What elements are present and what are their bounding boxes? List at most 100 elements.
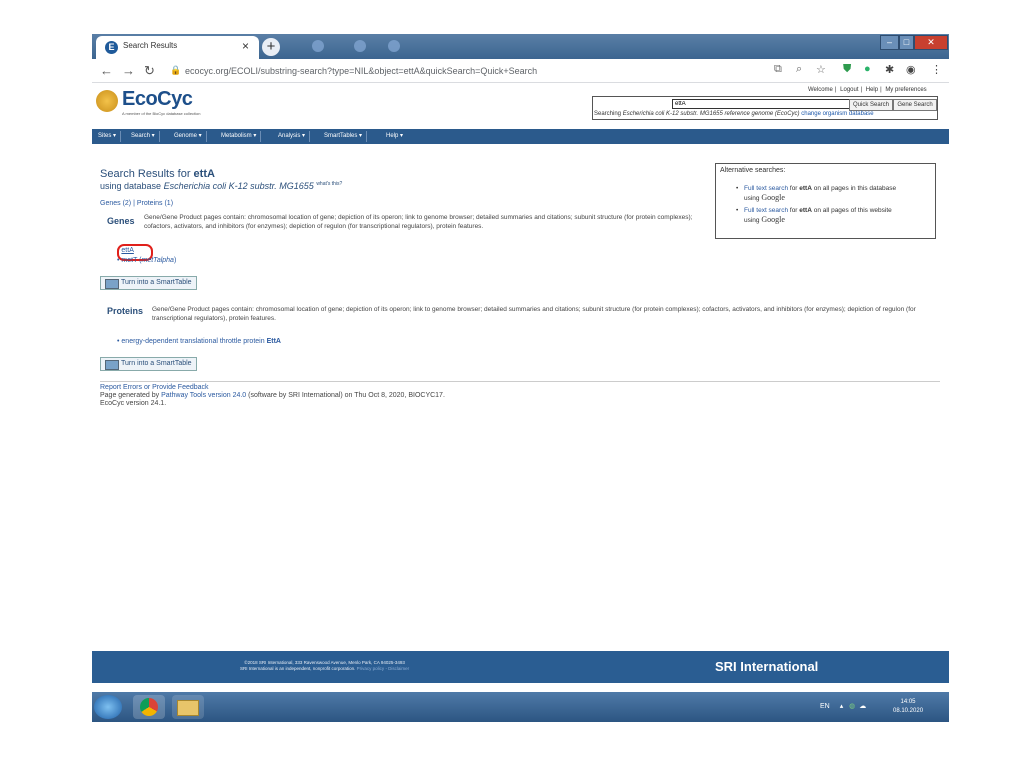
gene-search-button[interactable]: Gene Search	[893, 99, 937, 111]
menu-metabolism[interactable]: Metabolism ▾	[221, 131, 262, 142]
zoom-icon[interactable]: ⌕	[796, 63, 802, 76]
gene-2-prefix: metT (	[121, 257, 142, 264]
full-text-search-site-link[interactable]: Full text search	[744, 207, 788, 214]
window-close-icon[interactable]: ✕	[914, 35, 948, 50]
tray-network-icon[interactable]: ☁	[859, 703, 866, 710]
pathway-tools-link[interactable]: Pathway Tools version 24.0	[161, 392, 246, 399]
page-footer: Report Errors or Provide Feedback Page g…	[100, 384, 445, 408]
tray-app-icon[interactable]: ◍	[849, 703, 855, 710]
proteins-heading: Proteins	[107, 306, 144, 316]
alt1-mid: for	[788, 185, 800, 192]
genes-smarttable-button[interactable]: Turn into a SmartTable	[100, 276, 197, 290]
alt1-rest: on all pages in this database	[811, 185, 897, 192]
divider	[100, 381, 940, 382]
ecocyc-logo[interactable]: EcoCyc	[122, 88, 193, 111]
browser-tab[interactable]: E Search Results ×	[96, 36, 259, 59]
clock-date: 08.10.2020	[893, 708, 924, 714]
full-text-search-db-link[interactable]: Full text search	[744, 185, 788, 192]
clock-time: 14:05	[900, 699, 916, 705]
title-prefix: Search Results for	[100, 168, 194, 180]
language-indicator[interactable]: EN	[820, 703, 830, 710]
quick-search-button[interactable]: Quick Search	[849, 99, 893, 111]
generated-rest: (software by SRI International) on Thu O…	[246, 392, 445, 399]
gene-2-synonym: metTalpha	[141, 257, 174, 264]
tab-close-icon[interactable]: ×	[242, 39, 249, 53]
table-icon	[105, 360, 119, 370]
top-links: Welcome | Logout | Help | My preferences	[808, 87, 927, 93]
genes-heading: Genes	[107, 216, 135, 226]
searching-prefix: Searching	[594, 111, 622, 117]
puzzle-icon[interactable]: ✱	[885, 63, 894, 76]
taskbar-clock[interactable]: 14:05 08.10.2020	[893, 698, 923, 716]
welcome-link[interactable]: Welcome	[808, 87, 833, 93]
back-icon[interactable]: ←	[100, 63, 113, 78]
disclaimer-link[interactable]: Disclaimer	[388, 666, 409, 671]
menu-smarttables[interactable]: SmartTables ▾	[324, 131, 368, 142]
preferences-link[interactable]: My preferences	[885, 87, 926, 93]
maximize-icon[interactable]: □	[899, 35, 914, 50]
extension-icon[interactable]: ●	[864, 63, 871, 75]
alt2-using: using	[744, 217, 762, 224]
generated-prefix: Page generated by	[100, 392, 162, 399]
chrome-taskbar-icon[interactable]	[133, 695, 165, 719]
gene-link-mett[interactable]: metT (metTalpha)	[121, 257, 176, 264]
protein-list-item: • energy-dependent translational throttl…	[117, 338, 281, 345]
searching-note: Searching Escherichia coli K-12 substr. …	[594, 111, 874, 117]
protein-prefix: energy-dependent translational throttle …	[121, 338, 267, 345]
reload-icon[interactable]: ↻	[144, 63, 155, 79]
sri-footer	[92, 651, 949, 683]
menu-icon[interactable]: ⋮	[931, 63, 942, 76]
gene-2-suffix: )	[173, 257, 177, 264]
smarttable-label: Turn into a SmartTable	[121, 279, 192, 286]
page-title: Search Results for ettA	[100, 168, 215, 180]
logo-subtitle: A member of the BioCyc database collecti…	[122, 111, 201, 116]
sri-line2-wrap: SRI International is an independent, non…	[240, 666, 410, 671]
url-field[interactable]: ecocyc.org/ECOLI/substring-search?type=N…	[185, 66, 537, 76]
profile-icon[interactable]: ◉	[906, 63, 916, 76]
menu-search[interactable]: Search ▾	[131, 131, 160, 142]
new-tab-button[interactable]: +	[262, 38, 280, 56]
menu-help[interactable]: Help ▾	[386, 131, 407, 142]
google-logo: Google	[761, 193, 785, 202]
report-errors-link[interactable]: Report Errors or Provide Feedback	[100, 384, 445, 392]
menu-analysis[interactable]: Analysis ▾	[278, 131, 311, 142]
whats-this-link[interactable]: what's this?	[316, 181, 342, 187]
lock-icon: 🔒	[170, 65, 182, 75]
genes-count-link[interactable]: Genes (2)	[100, 200, 131, 207]
alt2-mid: for	[788, 207, 800, 214]
tray-up-icon[interactable]: ▴	[840, 703, 844, 710]
tabstrip-decoration	[312, 40, 324, 52]
explorer-taskbar-icon[interactable]	[172, 695, 204, 719]
result-counts: Genes (2) | Proteins (1)	[100, 200, 173, 207]
version-line: EcoCyc version 24.1.	[100, 400, 167, 407]
privacy-link[interactable]: Privacy policy	[357, 666, 385, 671]
logout-link[interactable]: Logout	[840, 87, 858, 93]
generated-line: Page generated by Pathway Tools version …	[100, 392, 445, 400]
smarttable-label: Turn into a SmartTable	[121, 360, 192, 367]
minimize-icon[interactable]: –	[880, 35, 899, 50]
star-icon[interactable]: ☆	[816, 63, 826, 76]
translate-icon[interactable]: ⧉	[774, 63, 782, 76]
proteins-count-link[interactable]: Proteins (1)	[137, 200, 173, 207]
forward-icon[interactable]: →	[122, 63, 135, 78]
table-icon	[105, 279, 119, 289]
protein-link-etta[interactable]: energy-dependent translational throttle …	[121, 338, 281, 345]
alternative-searches-box: Alternative searches: • Full text search…	[715, 163, 936, 239]
sri-logo[interactable]: SRI International	[715, 659, 818, 674]
start-button-icon[interactable]	[94, 695, 122, 719]
search-query: ettA	[193, 168, 215, 180]
menu-genome[interactable]: Genome ▾	[174, 131, 207, 142]
proteins-description: Gene/Gene Product pages contain: chromos…	[152, 306, 916, 322]
alt1-term: ettA	[799, 185, 812, 192]
change-organism-link[interactable]: change organism database	[801, 111, 873, 117]
alt2-rest: on all pages of this website	[811, 207, 892, 214]
alt2-term: ettA	[799, 207, 812, 214]
database-line: using database Escherichia coli K-12 sub…	[100, 181, 342, 191]
proteins-smarttable-button[interactable]: Turn into a SmartTable	[100, 357, 197, 371]
menu-sites[interactable]: Sites ▾	[98, 131, 122, 142]
tabstrip-decoration	[354, 40, 366, 52]
search-input[interactable]	[672, 99, 852, 109]
alt-search-website: • Full text search for ettA on all pages…	[736, 207, 892, 224]
help-link[interactable]: Help	[866, 87, 878, 93]
shield-extension-icon[interactable]: ⛊	[843, 63, 851, 76]
